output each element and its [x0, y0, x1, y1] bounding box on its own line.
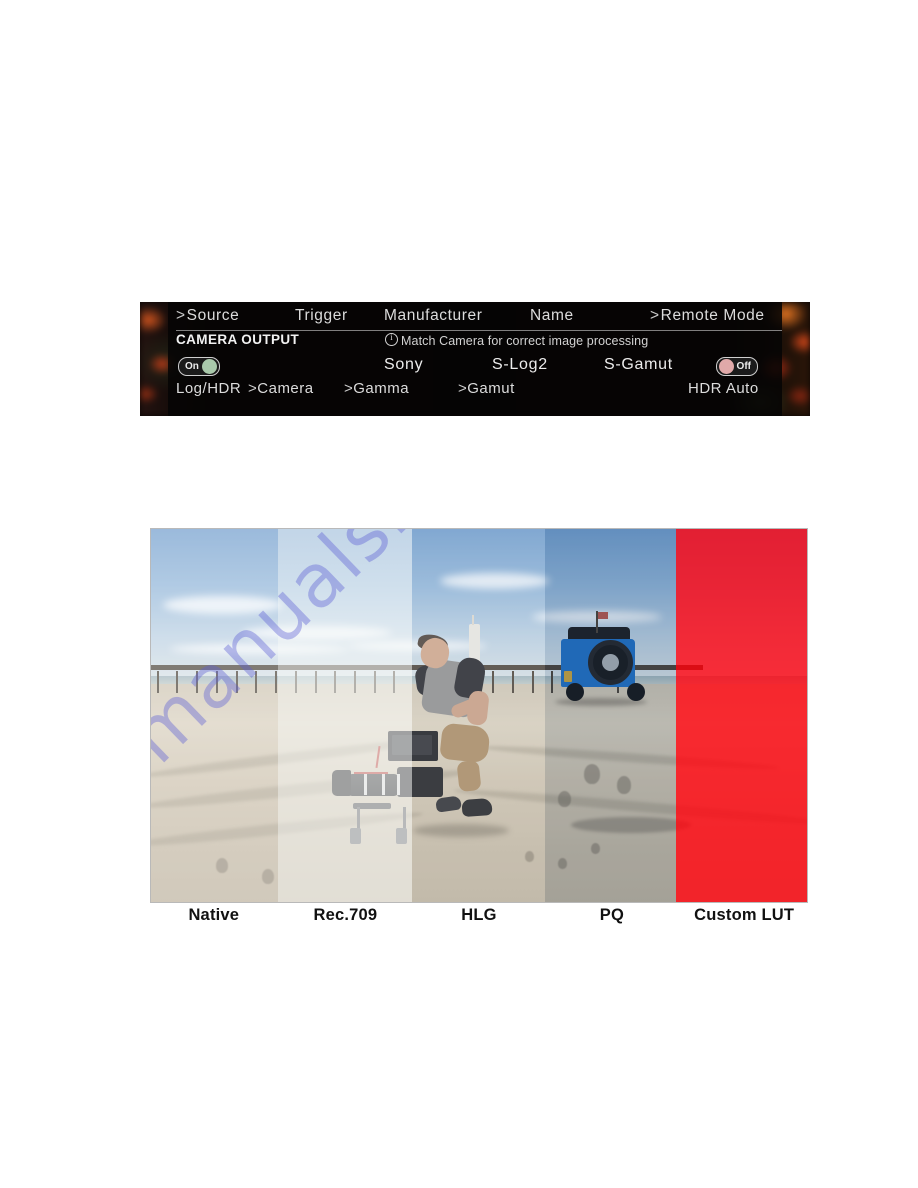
camera-output-toggle-label: On: [185, 361, 199, 372]
info-circle-icon: [385, 331, 398, 346]
label-gamma-text: Gamma: [353, 380, 410, 397]
chevron-right-icon: >: [248, 380, 258, 397]
label-hdr-auto: HDR Auto: [688, 380, 759, 397]
tab-source-label: Source: [186, 307, 240, 324]
chevron-right-icon: >: [650, 307, 660, 324]
value-gamma[interactable]: S-Log2: [492, 356, 548, 374]
strip-label-rec709: Rec.709: [313, 906, 378, 924]
value-gamut[interactable]: S-Gamut: [604, 356, 673, 374]
label-camera-text: Camera: [257, 380, 314, 397]
camera-output-toggle-knob: [202, 359, 217, 374]
grade-strip-native: [150, 528, 278, 903]
tab-remote-mode[interactable]: >Remote Mode: [650, 307, 765, 325]
camera-output-panel: >Source Trigger Manufacturer Name >Remot…: [140, 302, 810, 416]
section-title: CAMERA OUTPUT: [176, 332, 300, 347]
tab-name-label: Name: [530, 307, 574, 324]
section-header-row: CAMERA OUTPUT Match Camera for correct i…: [176, 331, 782, 352]
grade-strip-pq: [545, 528, 677, 903]
chevron-right-icon: >: [458, 380, 468, 397]
hdr-auto-toggle-knob: [719, 359, 734, 374]
beach-scene-photo: manualshive.com: [150, 528, 808, 903]
label-gamut[interactable]: >Gamut: [458, 380, 515, 397]
tab-underline: [176, 330, 782, 331]
menu-tab-bar: >Source Trigger Manufacturer Name >Remot…: [140, 305, 810, 331]
hint-row: Match Camera for correct image processin…: [385, 331, 649, 348]
label-gamma[interactable]: >Gamma: [344, 380, 409, 397]
strip-label-row: Native Rec.709 HLG PQ Custom LUT: [150, 906, 808, 934]
label-log-hdr: Log/HDR: [176, 380, 242, 397]
hdr-auto-toggle[interactable]: Off: [716, 357, 758, 376]
label-camera[interactable]: >Camera: [248, 380, 314, 397]
tab-manufacturer[interactable]: Manufacturer: [384, 307, 483, 325]
hdr-auto-toggle-label: Off: [736, 361, 751, 372]
label-gamut-text: Gamut: [467, 380, 515, 397]
chevron-right-icon: >: [176, 307, 186, 324]
strip-label-hlg: HLG: [461, 906, 497, 924]
strip-label-custom-lut: Custom LUT: [694, 906, 795, 924]
value-manufacturer[interactable]: Sony: [384, 356, 423, 374]
chevron-right-icon: >: [344, 380, 354, 397]
grade-strip-hlg: [412, 528, 546, 903]
grade-strip-rec709: [277, 528, 413, 903]
color-grading-comparison-figure: manualshive.com: [150, 528, 808, 903]
tab-trigger[interactable]: Trigger: [295, 307, 348, 325]
values-row: Sony S-Log2 S-Gamut: [140, 356, 810, 380]
strip-label-native: Native: [188, 906, 240, 924]
hint-label: Match Camera for correct image processin…: [401, 334, 649, 348]
tab-trigger-label: Trigger: [295, 307, 348, 324]
camera-output-toggle[interactable]: On: [178, 357, 220, 376]
tab-name[interactable]: Name: [530, 307, 574, 325]
tab-remote-mode-label: Remote Mode: [660, 307, 765, 324]
tab-source[interactable]: >Source: [176, 307, 239, 325]
grade-strip-custom-lut: [676, 528, 808, 903]
tab-manufacturer-label: Manufacturer: [384, 307, 483, 324]
labels-row: Log/HDR >Camera >Gamma >Gamut HDR Auto: [140, 380, 810, 404]
strip-label-pq: PQ: [599, 906, 625, 924]
